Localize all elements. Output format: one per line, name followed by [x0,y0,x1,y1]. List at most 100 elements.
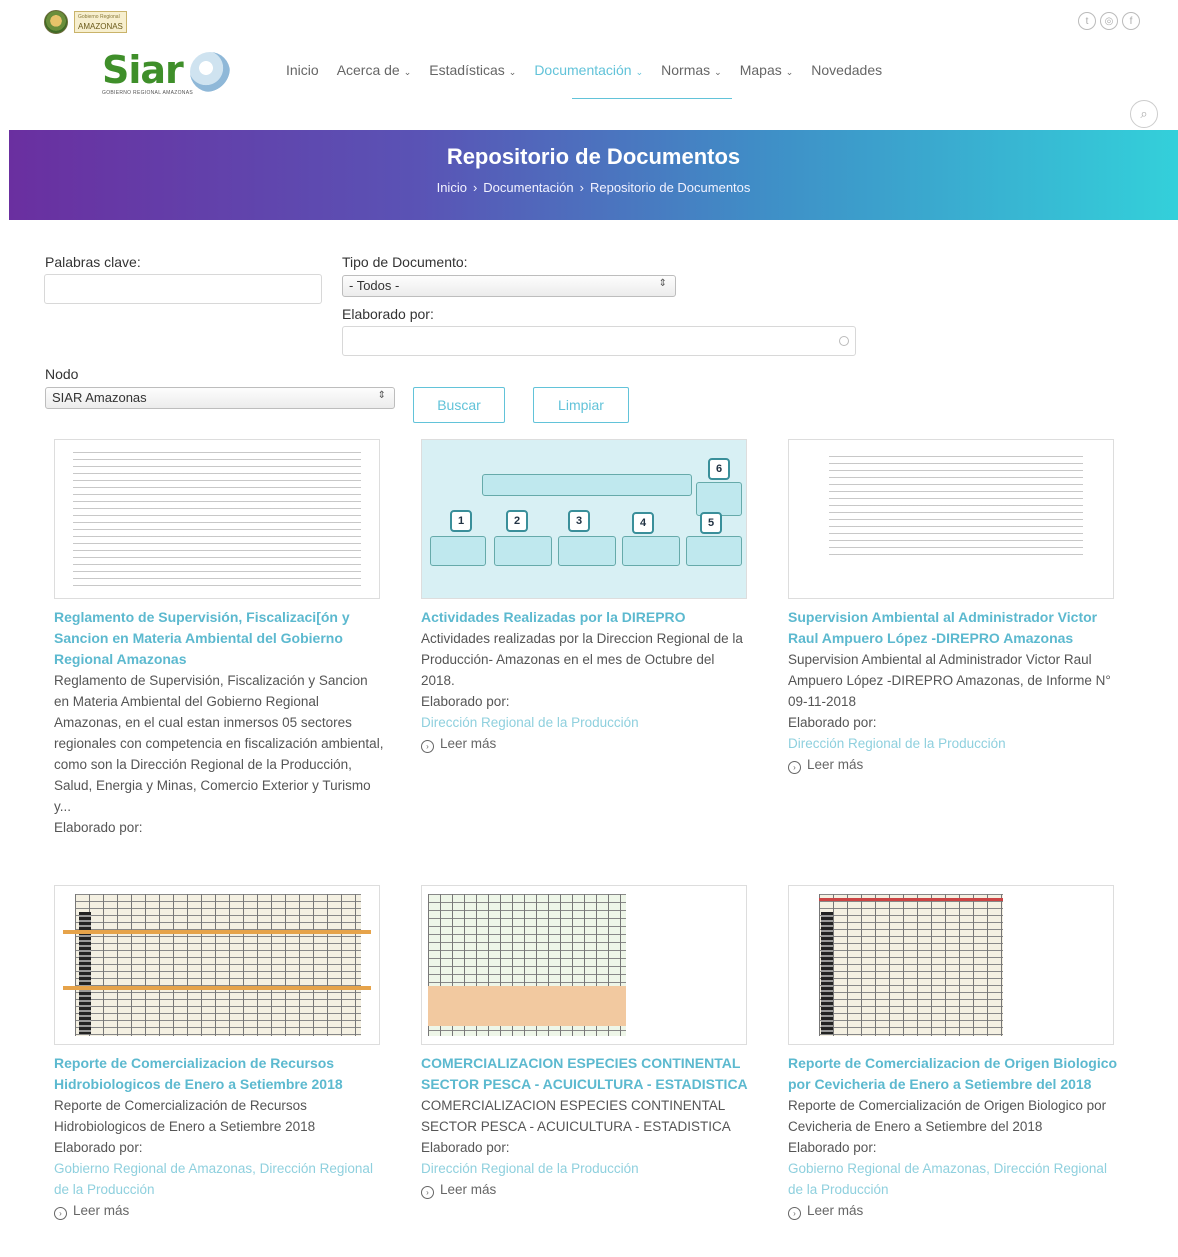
document-title[interactable]: Reporte de Comercializacion de Recursos … [54,1053,384,1095]
node-select[interactable]: SIAR Amazonas ⇕ [45,387,395,409]
nav-item-mapas[interactable]: Mapas ⌄ [740,62,794,78]
siar-wordmark: Siar [102,48,184,92]
author-caption: Elaborado por: [788,1140,877,1155]
search-button[interactable]: Buscar [413,387,505,423]
author-link[interactable]: Gobierno Regional de Amazonas, Dirección… [788,1158,1118,1200]
breadcrumb: Inicio › Documentación › Repositorio de Docu… [9,180,1178,195]
document-card: Reporte de Comercializacion de Origen Bi… [788,885,1118,1221]
document-thumbnail[interactable] [788,439,1114,599]
siar-logo[interactable]: Siar GOBIERNO REGIONAL AMAZONAS [102,48,242,108]
org-logo[interactable]: Gobierno Regional AMAZONAS [44,10,127,34]
diagram-box [558,536,616,566]
nav-item-estadisticas[interactable]: Estadísticas ⌄ [429,62,516,78]
author-caption: Elaborado por: [54,1140,143,1155]
diagram-step: 5 [700,512,722,534]
select-arrows-icon: ⇕ [377,390,386,401]
nav-item-normas[interactable]: Normas ⌄ [661,62,722,78]
document-title[interactable]: COMERCIALIZACION ESPECIES CONTINENTAL SE… [421,1053,751,1095]
document-card: 6 1 2 3 4 5 Actividades Realizadas por l… [421,439,751,754]
diagram-box [622,536,680,566]
chevron-circle-icon: › [788,761,801,774]
page-banner: Repositorio de Documentos Inicio › Documen… [9,130,1178,220]
read-more-link[interactable]: › Leer más [54,1200,384,1221]
facebook-icon[interactable]: f [1122,12,1140,30]
document-thumbnail[interactable]: 6 1 2 3 4 5 [421,439,747,599]
chevron-down-icon: ⌄ [635,67,644,77]
read-more-link[interactable]: › Leer más [788,754,1118,775]
document-thumbnail[interactable] [54,439,380,599]
nav-item-inicio[interactable]: Inicio [286,62,319,78]
chevron-circle-icon: › [788,1207,801,1220]
spreadsheet-highlight [63,930,371,934]
document-card: COMERCIALIZACION ESPECIES CONTINENTAL SE… [421,885,751,1200]
chevron-down-icon: ⌄ [714,67,722,77]
keywords-input[interactable] [44,274,322,304]
document-title[interactable]: Reporte de Comercializacion de Origen Bi… [788,1053,1118,1095]
document-description: Reporte de Comercialización de Origen Bi… [788,1098,1107,1134]
document-card: Reglamento de Supervisión, Fiscalizaci[ó… [54,439,384,838]
author-link[interactable]: Dirección Regional de la Producción [421,1158,751,1179]
node-label: Nodo [45,366,79,382]
autocomplete-icon [839,336,849,346]
document-title[interactable]: Supervision Ambiental al Administrador V… [788,607,1118,649]
author-link[interactable]: Dirección Regional de la Producción [788,733,1118,754]
spreadsheet-highlight [428,986,626,1026]
diagram-heading-box [482,474,692,496]
diagram-step: 6 [708,458,730,480]
twitter-icon[interactable]: t [1078,12,1096,30]
globe-icon [190,52,230,92]
breadcrumb-current: Repositorio de Documentos [589,180,751,195]
author-input[interactable] [342,326,856,356]
document-description: COMERCIALIZACION ESPECIES CONTINENTAL SE… [421,1098,731,1134]
social-links: t ◎ f [1078,12,1140,30]
document-description: Actividades realizadas por la Direccion … [421,631,743,688]
diagram-box [430,536,486,566]
chevron-circle-icon: › [421,740,434,753]
spreadsheet-highlight [63,986,371,990]
author-caption: Elaborado por: [788,715,877,730]
nav-item-acerca[interactable]: Acerca de ⌄ [337,62,412,78]
document-thumbnail[interactable] [421,885,747,1045]
spreadsheet-image [819,894,1003,1036]
keywords-label: Palabras clave: [45,254,141,270]
author-caption: Elaborado por: [421,1140,510,1155]
node-value: SIAR Amazonas [52,390,147,405]
breadcrumb-separator: › [472,180,478,195]
document-page-image [829,452,1083,558]
document-description: Supervision Ambiental al Administrador V… [788,652,1111,709]
clear-button[interactable]: Limpiar [533,387,629,423]
diagram-step: 4 [632,512,654,534]
nav-item-documentacion[interactable]: Documentación ⌄ [534,62,643,78]
document-title[interactable]: Reglamento de Supervisión, Fiscalizaci[ó… [54,607,384,670]
main-nav: Inicio Acerca de ⌄ Estadísticas ⌄ Document… [286,62,882,78]
document-thumbnail[interactable] [788,885,1114,1045]
search-icon[interactable]: ⌕ [1130,100,1158,128]
document-card: Supervision Ambiental al Administrador V… [788,439,1118,775]
document-title[interactable]: Actividades Realizadas por la DIREPRO [421,607,751,628]
diagram-step: 2 [506,510,528,532]
org-name: AMAZONAS [78,22,123,31]
author-link[interactable]: Gobierno Regional de Amazonas, Dirección… [54,1158,384,1200]
doc-type-select[interactable]: - Todos - ⇕ [342,275,676,297]
breadcrumb-inicio[interactable]: Inicio [437,180,467,195]
read-more-link[interactable]: › Leer más [788,1200,1118,1221]
page-title: Repositorio de Documentos [446,144,741,169]
spreadsheet-highlight [819,898,1003,901]
author-link[interactable]: Dirección Regional de la Producción [421,712,751,733]
chevron-down-icon: ⌄ [785,67,794,77]
author-caption: Elaborado por: [54,820,143,835]
read-more-link[interactable]: › Leer más [421,1179,751,1200]
breadcrumb-separator: › [579,180,584,195]
author-label: Elaborado por: [342,306,434,322]
document-thumbnail[interactable] [54,885,380,1045]
doc-type-value: - Todos - [349,278,400,293]
chevron-circle-icon: › [421,1186,434,1199]
nav-item-novedades[interactable]: Novedades [811,62,882,78]
active-nav-underline [572,98,732,99]
breadcrumb-documentacion[interactable]: Documentación [483,180,573,195]
web-icon[interactable]: ◎ [1100,12,1118,30]
read-more-link[interactable]: › Leer más [421,733,751,754]
diagram-box [494,536,552,566]
siar-subtitle: GOBIERNO REGIONAL AMAZONAS [102,90,193,96]
chevron-down-icon: ⌄ [508,67,517,77]
